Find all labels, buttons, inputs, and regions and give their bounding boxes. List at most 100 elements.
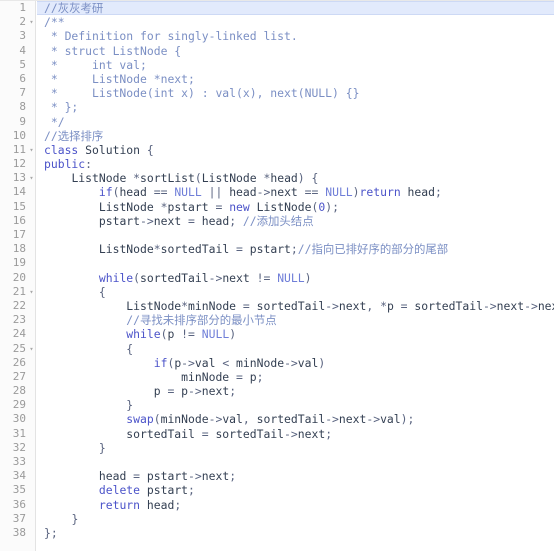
code-line[interactable]: 5 * int val; bbox=[0, 58, 554, 72]
code-line-text[interactable]: } bbox=[44, 398, 133, 412]
code-line[interactable]: 2 ▾ /** bbox=[0, 15, 554, 29]
code-line-text[interactable]: swap(minNode->val, sortedTail->next->val… bbox=[44, 412, 414, 426]
code-line-text[interactable]: sortedTail = sortedTail->next; bbox=[44, 427, 332, 441]
line-number: 38 bbox=[12, 525, 26, 539]
code-line-text[interactable]: //寻找未排序部分的最小节点 bbox=[44, 313, 276, 327]
code-line[interactable]: 11 ▾ class Solution { bbox=[0, 143, 554, 157]
code-line[interactable]: 6 * ListNode *next; bbox=[0, 72, 554, 86]
code-line[interactable]: 30 swap(minNode->val, sortedTail->next->… bbox=[0, 412, 554, 426]
line-number: 29 bbox=[12, 398, 26, 412]
code-line-text[interactable]: } bbox=[44, 441, 106, 455]
line-number: 34 bbox=[12, 469, 26, 483]
fold-toggle-icon[interactable]: ▾ bbox=[28, 15, 35, 29]
code-line[interactable]: 3 * Definition for singly-linked list. bbox=[0, 29, 554, 43]
code-line[interactable]: 21 ▾ { bbox=[0, 285, 554, 299]
line-number: 32 bbox=[12, 440, 26, 454]
line-number: 30 bbox=[12, 412, 26, 426]
code-line[interactable]: 7 * ListNode(int x) : val(x), next(NULL)… bbox=[0, 86, 554, 100]
code-line-text[interactable]: * ListNode(int x) : val(x), next(NULL) {… bbox=[44, 86, 360, 100]
code-line-text[interactable]: * ListNode *next; bbox=[44, 72, 195, 86]
code-editor[interactable]: 1//灰灰考研 2 ▾/** 3 * Definition for singly-li… bbox=[0, 0, 554, 551]
code-lines[interactable]: 1//灰灰考研 2 ▾/** 3 * Definition for singly-li… bbox=[0, 1, 554, 540]
code-line-text[interactable]: */ bbox=[44, 115, 65, 129]
line-number: 25 bbox=[12, 341, 26, 355]
code-line-text[interactable]: pstart->next = head; //添加头结点 bbox=[44, 214, 314, 228]
code-line-text[interactable]: ListNode*sortedTail = pstart;//指向已排好序的部分… bbox=[44, 242, 448, 256]
code-line-text[interactable]: ListNode *sortList(ListNode *head) { bbox=[44, 171, 318, 185]
code-area[interactable]: 1//灰灰考研 2 ▾/** 3 * Definition for singly-li… bbox=[0, 1, 554, 551]
code-line[interactable]: 24 while(p != NULL) bbox=[0, 327, 554, 341]
code-line[interactable]: 20 while(sortedTail->next != NULL) bbox=[0, 271, 554, 285]
code-line-text[interactable]: * Definition for singly-linked list. bbox=[44, 29, 298, 43]
fold-toggle-icon[interactable]: ▾ bbox=[28, 143, 35, 157]
code-line-text[interactable]: p = p->next; bbox=[44, 384, 236, 398]
code-line[interactable]: 38}; bbox=[0, 526, 554, 540]
code-line-text[interactable]: * }; bbox=[44, 100, 78, 114]
line-number: 16 bbox=[12, 213, 26, 227]
code-line-text[interactable]: delete pstart; bbox=[44, 483, 195, 497]
fold-toggle-icon[interactable]: ▾ bbox=[28, 285, 35, 299]
code-line-text[interactable]: ListNode*minNode = sortedTail->next, *p … bbox=[44, 299, 554, 313]
code-line[interactable]: 26 if(p->val < minNode->val) bbox=[0, 356, 554, 370]
code-line[interactable]: 28 p = p->next; bbox=[0, 384, 554, 398]
line-number: 35 bbox=[12, 483, 26, 497]
code-line-text[interactable]: minNode = p; bbox=[44, 370, 263, 384]
code-line-text[interactable] bbox=[44, 228, 51, 242]
line-number: 28 bbox=[12, 384, 26, 398]
code-line-text[interactable]: ListNode *pstart = new ListNode(0); bbox=[44, 200, 339, 214]
code-line[interactable]: 22 ListNode*minNode = sortedTail->next, … bbox=[0, 299, 554, 313]
code-line-text[interactable]: //选择排序 bbox=[44, 129, 103, 143]
line-number: 19 bbox=[12, 256, 26, 270]
code-line[interactable]: 4 * struct ListNode { bbox=[0, 44, 554, 58]
code-line-text[interactable]: * int val; bbox=[44, 58, 147, 72]
code-line-text[interactable]: if(head == NULL || head->next == NULL)re… bbox=[44, 185, 442, 199]
line-number: 17 bbox=[12, 228, 26, 241]
code-line-text[interactable]: return head; bbox=[44, 498, 181, 512]
code-line[interactable]: 35 delete pstart; bbox=[0, 483, 554, 497]
code-line-text[interactable]: /** bbox=[44, 15, 65, 29]
fold-toggle-icon[interactable]: ▾ bbox=[28, 342, 35, 356]
code-line[interactable]: 9 */ bbox=[0, 115, 554, 129]
code-line[interactable]: 37 } bbox=[0, 512, 554, 526]
line-number: 31 bbox=[12, 426, 26, 440]
code-line[interactable]: 34 head = pstart->next; bbox=[0, 469, 554, 483]
line-number: 2 bbox=[19, 15, 26, 29]
code-line[interactable]: 23 //寻找未排序部分的最小节点 bbox=[0, 313, 554, 327]
code-line-text[interactable] bbox=[44, 256, 51, 270]
code-line[interactable]: 12 public: bbox=[0, 157, 554, 171]
code-line[interactable]: 32 } bbox=[0, 441, 554, 455]
code-line[interactable]: 33 bbox=[0, 455, 554, 469]
code-line[interactable]: 10 //选择排序 bbox=[0, 129, 554, 143]
code-line[interactable]: 19 bbox=[0, 256, 554, 270]
code-line[interactable]: 18 ListNode*sortedTail = pstart;//指向已排好序… bbox=[0, 242, 554, 256]
code-line[interactable]: 1 //灰灰考研 bbox=[0, 1, 554, 16]
code-line-text[interactable]: } bbox=[44, 512, 78, 526]
code-line-text[interactable]: while(sortedTail->next != NULL) bbox=[44, 271, 312, 285]
code-line[interactable]: 31 sortedTail = sortedTail->next; bbox=[0, 427, 554, 441]
line-number: 21 bbox=[12, 284, 26, 298]
line-number: 36 bbox=[12, 497, 26, 511]
code-line-text[interactable]: while(p != NULL) bbox=[44, 327, 236, 341]
code-line-text[interactable]: { bbox=[44, 342, 133, 356]
code-line-text[interactable]: public: bbox=[44, 157, 92, 171]
code-line-text[interactable]: { bbox=[44, 285, 106, 299]
code-line-text[interactable]: * struct ListNode { bbox=[44, 44, 181, 58]
code-line[interactable]: 27 minNode = p; bbox=[0, 370, 554, 384]
code-line[interactable]: 17 bbox=[0, 228, 554, 242]
code-line[interactable]: 14 if(head == NULL || head->next == NULL… bbox=[0, 185, 554, 199]
code-line[interactable]: 13 ▾ ListNode *sortList(ListNode *head) { bbox=[0, 171, 554, 185]
code-line[interactable]: 8 * }; bbox=[0, 100, 554, 114]
code-line-text[interactable]: head = pstart->next; bbox=[44, 469, 236, 483]
code-line[interactable]: 25 ▾ { bbox=[0, 342, 554, 356]
code-line-text[interactable]: }; bbox=[44, 526, 58, 540]
fold-toggle-icon[interactable]: ▾ bbox=[28, 171, 35, 185]
code-line[interactable]: 15 ListNode *pstart = new ListNode(0); bbox=[0, 200, 554, 214]
code-line-text[interactable]: //灰灰考研 bbox=[44, 1, 103, 15]
code-line-text[interactable] bbox=[44, 455, 51, 469]
line-number: 15 bbox=[12, 199, 26, 213]
code-line[interactable]: 16 pstart->next = head; //添加头结点 bbox=[0, 214, 554, 228]
code-line[interactable]: 36 return head; bbox=[0, 498, 554, 512]
code-line-text[interactable]: class Solution { bbox=[44, 143, 154, 157]
code-line[interactable]: 29 } bbox=[0, 398, 554, 412]
code-line-text[interactable]: if(p->val < minNode->val) bbox=[44, 356, 325, 370]
